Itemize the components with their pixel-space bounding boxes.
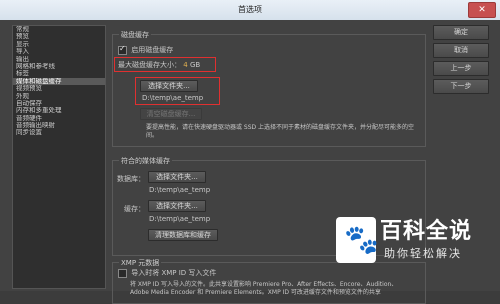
disk-cache-group-title: 磁盘缓存 <box>119 30 151 40</box>
cancel-button[interactable]: 取消 <box>433 43 489 58</box>
sidebar-item[interactable]: 常规 <box>13 26 105 33</box>
database-select-folder-button[interactable]: 选择文件夹... <box>148 171 206 183</box>
dialog-title: 首选项 <box>238 5 262 14</box>
xmp-group-title: XMP 元数据 <box>119 258 162 268</box>
watermark-title: 百科全说 <box>380 219 473 244</box>
sidebar-item[interactable]: 标签 <box>13 70 105 77</box>
xmp-write-label: 导入时将 XMP ID 写入文件 <box>131 269 217 277</box>
sidebar-item[interactable]: 预览 <box>13 33 105 40</box>
previous-button[interactable]: 上一步 <box>433 61 489 76</box>
sidebar-item[interactable]: 视频预览 <box>13 85 105 92</box>
media-cache-group-title: 符合的媒体缓存 <box>119 156 172 166</box>
enable-disk-cache-label: 启用磁盘缓存 <box>131 46 174 54</box>
sidebar-item[interactable]: 网格和参考线 <box>13 63 105 70</box>
sidebar-item[interactable]: 同步设置 <box>13 129 105 136</box>
cache-label: 缓存： <box>124 205 145 213</box>
xmp-desc-line2: Adobe Media Encoder 和 Premiere Elements。… <box>130 289 381 296</box>
max-size-value[interactable]: 4 <box>183 61 187 69</box>
sidebar-item[interactable]: 输出 <box>13 56 105 63</box>
enable-disk-cache-checkbox[interactable] <box>118 44 127 55</box>
cache-path: D:\temp\ae_temp <box>149 215 211 223</box>
sidebar-item[interactable]: 内存和多重处理 <box>13 107 105 114</box>
sidebar-item[interactable]: 自动保存 <box>13 100 105 107</box>
watermark-logo: 🐾 <box>336 217 379 263</box>
sidebar-item[interactable]: 音频硬件 <box>13 115 105 122</box>
xmp-write-row[interactable]: 导入时将 XMP ID 写入文件 <box>118 268 216 278</box>
max-size-unit: GB <box>189 61 201 69</box>
sidebar-item[interactable]: 外观 <box>13 93 105 100</box>
next-button[interactable]: 下一步 <box>433 79 489 94</box>
disk-cache-note: 要提高性能，请在快速硬盘驱动器或 SSD 上选择不同于素材的磁盘缓存文件夹，并分… <box>146 124 415 139</box>
watermark: 🐾 百科全说 助你轻松解决 <box>336 213 486 273</box>
paw-icon: 🐾 <box>344 223 379 256</box>
sidebar-item[interactable]: 媒体和磁盘缓存 <box>13 77 105 86</box>
clear-disk-cache-button[interactable]: 清空磁盘缓存... <box>140 108 202 120</box>
sidebar-item[interactable]: 音频输出映射 <box>13 122 105 129</box>
enable-disk-cache-row[interactable]: 启用磁盘缓存 <box>118 44 174 55</box>
sidebar-item[interactable]: 导入 <box>13 48 105 55</box>
close-button[interactable]: ✕ <box>468 2 496 18</box>
database-path: D:\temp\ae_temp <box>149 186 211 194</box>
cache-select-folder-button[interactable]: 选择文件夹... <box>148 200 206 212</box>
max-size-row: 最大磁盘缓存大小： 4 GB <box>118 60 200 70</box>
clean-database-cache-button[interactable]: 清理数据库和缓存 <box>148 229 218 241</box>
disk-cache-select-folder-button[interactable]: 选择文件夹... <box>140 80 198 92</box>
title-bar: 首选项 ✕ <box>0 0 500 20</box>
category-list[interactable]: 常规 预览 显示 导入 输出 网格和参考线 标签 媒体和磁盘缓存 视频预览 外观 自动保存 内存和多重… <box>12 25 106 289</box>
ok-button[interactable]: 确定 <box>433 25 489 40</box>
watermark-subtitle: 助你轻松解决 <box>384 247 462 260</box>
max-size-label: 最大磁盘缓存大小： <box>118 61 181 69</box>
disk-cache-path: D:\temp\ae_temp <box>142 94 204 102</box>
sidebar-item[interactable]: 显示 <box>13 41 105 48</box>
preferences-dialog: 首选项 ✕ 常规 预览 显示 导入 输出 网格和参考线 标签 媒体和磁盘缓存 视频预览 外观 自动保… <box>0 0 500 304</box>
database-label: 数据库： <box>117 175 145 183</box>
xmp-write-checkbox[interactable] <box>118 268 127 278</box>
